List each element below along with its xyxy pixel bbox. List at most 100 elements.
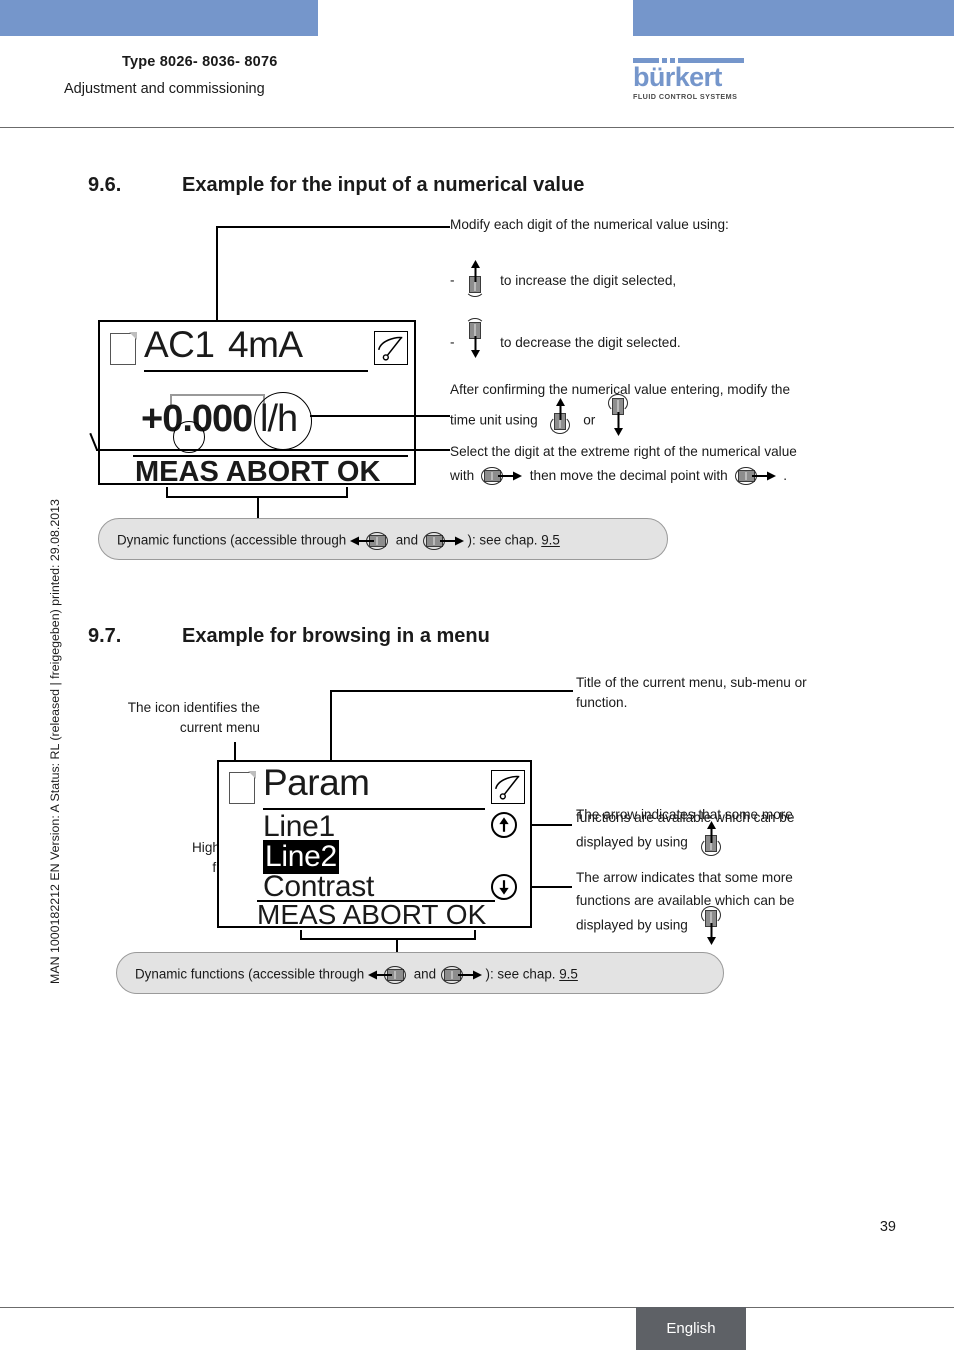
leader-decimal-96-h [96, 449, 450, 451]
annotation-after-confirm-row: time unit using or [450, 394, 637, 436]
lcd-softkeys: MEAS ABORT OK [135, 456, 381, 488]
gauge-icon-svg [378, 336, 403, 361]
arrow-right-icon-96b [439, 536, 464, 546]
arrow-right-icon-2 [751, 471, 776, 481]
arrow-left-icon-96 [349, 536, 374, 546]
callout-96-content: Dynamic functions (accessible through an… [117, 531, 560, 551]
leader-title-97-h [330, 690, 573, 692]
document-icon-2 [229, 771, 256, 804]
section-96-number: 9.6. [88, 174, 122, 196]
gauge-icon-2 [491, 770, 525, 804]
leader-unit-96 [310, 415, 450, 417]
arrow-up-circle-icon [491, 812, 517, 838]
callout-97-content: Dynamic functions (accessible through an… [135, 965, 578, 985]
annotation-period: . [783, 468, 788, 483]
annotation-then-move-text: then move the decimal point with [529, 468, 728, 483]
callout-97-link[interactable]: 9.5 [559, 967, 578, 982]
lcd-display-menu: Param Line1 Line2 Contrast MEAS ABORT OK [217, 760, 532, 930]
annotation-arrow-down-l1: The arrow indicates that some more [576, 870, 793, 885]
arrow-down-circle-icon [491, 874, 517, 900]
annotation-modify-intro: Modify each digit of the numerical value… [450, 217, 729, 232]
arrow-down-icon-97 [706, 923, 716, 945]
softkey-bracket-96-left [166, 487, 168, 497]
footer-language-label: English [666, 1320, 716, 1337]
key-right-icon-2 [734, 466, 778, 486]
annotation-icon-identifies-l2: current menu [179, 720, 260, 735]
bullet-dash: - [450, 272, 455, 288]
arrow-up-circle-svg [499, 817, 509, 832]
key-down-icon [458, 318, 492, 358]
lcd-title-ac1: AC1 [144, 324, 215, 365]
key-up-icon-2 [543, 398, 577, 436]
document-icon [110, 332, 137, 365]
arrow-right-icon [497, 471, 522, 481]
leader-line-title-96-h [216, 226, 450, 228]
arrow-right-icon-97b [457, 970, 482, 980]
annotation-increase-row: - to increase the digit selected, [450, 260, 677, 297]
lcd-display-numerical: AC1 4mA +0.000 l/h MEAS ABORT OK [98, 320, 416, 488]
gauge-icon-svg-2 [495, 775, 520, 800]
logo-wordmark: bürkert [633, 62, 722, 92]
document-type-title: Type 8026- 8036- 8076 [122, 54, 278, 70]
key-up-icon-97 [695, 821, 727, 856]
document-subtitle: Adjustment and commissioning [64, 81, 265, 97]
header-accent-bar-left [0, 0, 318, 36]
annotation-select-digit-l1: Select the digit at the extreme right of… [450, 444, 797, 459]
header-accent-bar-right [633, 0, 954, 36]
arrow-left-icon-97 [367, 970, 392, 980]
callout-97-prefix: Dynamic functions (accessible through [135, 966, 365, 982]
annotation-time-unit-text: time unit using [450, 412, 538, 428]
arrow-down-icon-2 [614, 412, 624, 436]
annotation-arrow-up-l3-row: displayed by using [576, 821, 727, 856]
gauge-icon [374, 331, 408, 365]
leader-arrow-down-97 [530, 886, 572, 888]
annotation-icon-identifies-l1: The icon identifies the [127, 700, 260, 715]
lcd-header-value: 4mA [228, 324, 303, 365]
section-96-title: Example for the input of a numerical val… [182, 174, 585, 196]
annotation-arrow-down-l3: displayed by using [576, 917, 688, 933]
arrow-down-icon [471, 336, 481, 358]
lcd-menu-softkeys: MEAS ABORT OK [257, 899, 487, 930]
key-up-icon [458, 260, 492, 297]
footer-divider [0, 1307, 954, 1308]
key-right-icon-96 [422, 531, 464, 551]
softkey-bracket-97-right [474, 930, 476, 939]
annotation-arrow-up-l3: displayed by using [576, 834, 688, 850]
bullet-dash-2: - [450, 334, 455, 350]
leader-arrow-up-97 [530, 824, 572, 826]
softkey-bracket-96-right [346, 487, 348, 497]
key-down-icon-97 [695, 906, 727, 945]
key-left-icon-97 [367, 965, 410, 985]
lcd-menu-title: Param [263, 762, 370, 803]
callout-97-suffix: ): see chap. [485, 966, 556, 982]
callout-96-prefix: Dynamic functions (accessible through [117, 532, 347, 548]
annotation-arrow-down-l3-row: displayed by using [576, 906, 727, 945]
menu-item-0[interactable]: Line1 [263, 810, 335, 844]
annotation-title-of-menu-l1: Title of the current menu, sub-menu or [576, 675, 807, 690]
header-divider [0, 127, 954, 128]
key-right-icon [480, 466, 524, 486]
annotation-select-digit-row: with then move the decimal point with . [450, 466, 787, 486]
softkey-bracket-97-left [300, 930, 302, 939]
callout-97-mid: and [413, 966, 437, 982]
annotation-title-of-menu-l2: function. [576, 695, 628, 710]
callout-96-link[interactable]: 9.5 [541, 533, 560, 548]
burkert-logo: bürkert FLUID CONTROL SYSTEMS [633, 58, 748, 101]
annotation-decrease-text: to decrease the digit selected. [500, 334, 681, 350]
key-left-icon-96 [349, 531, 392, 551]
annotation-arrow-up-l2: functions are available which can be [576, 810, 795, 825]
lcd-title-underline [144, 370, 368, 372]
callout-96-mid: and [395, 532, 419, 548]
value-bracket-h [170, 394, 265, 396]
callout-dynamic-functions-96: Dynamic functions (accessible through an… [98, 518, 668, 560]
key-down-icon-2 [601, 394, 635, 436]
menu-item-1-highlighted[interactable]: Line2 [263, 840, 339, 874]
section-97-number: 9.7. [88, 625, 122, 647]
annotation-increase-text: to increase the digit selected, [500, 272, 677, 288]
callout-dynamic-functions-97: Dynamic functions (accessible through an… [116, 952, 724, 994]
leader-title-97-v [330, 690, 332, 770]
key-right-icon-97 [440, 965, 482, 985]
arrow-up-icon-2 [556, 398, 566, 420]
annotation-decrease-row: - to decrease the digit selected. [450, 318, 681, 358]
annotation-arrow-down-l2: functions are available which can be [576, 893, 795, 908]
